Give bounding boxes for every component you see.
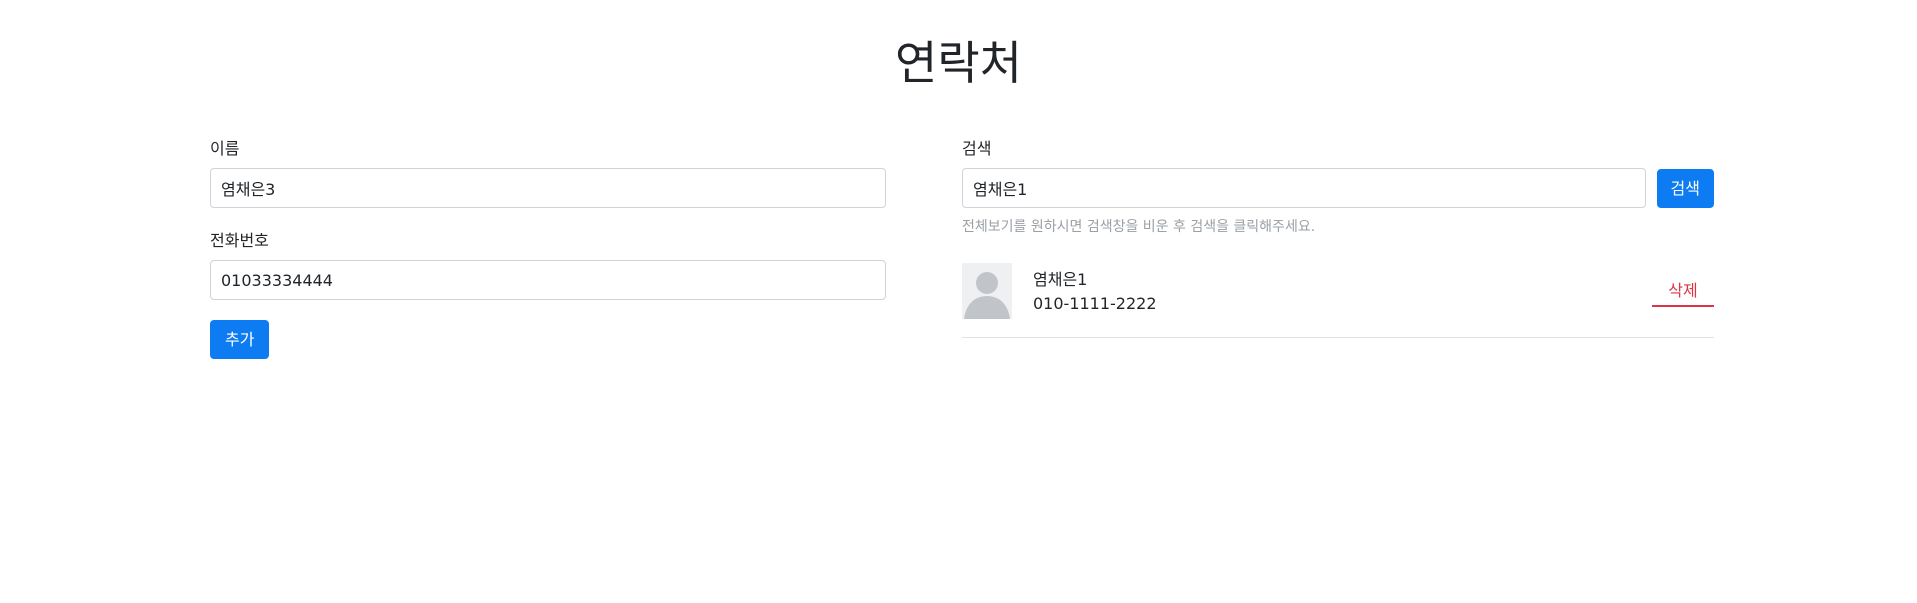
name-input[interactable] bbox=[210, 168, 886, 208]
phone-input[interactable] bbox=[210, 260, 886, 300]
search-label: 검색 bbox=[962, 139, 992, 158]
search-help-text: 전체보기를 원하시면 검색창을 비운 후 검색을 클릭해주세요. bbox=[962, 219, 1316, 235]
contact-list-item: 염채은1 010-1111-2222 삭제 bbox=[962, 263, 1714, 338]
search-input[interactable] bbox=[962, 168, 1646, 208]
default-user-avatar-icon bbox=[962, 263, 1012, 319]
search-button[interactable]: 검색 bbox=[1656, 168, 1714, 208]
add-button[interactable]: 추가 bbox=[210, 320, 270, 359]
contact-phone: 010-1111-2222 bbox=[1033, 294, 1157, 313]
contacts-page: 연락처 이름 전화번호 추가 검색 검색 전체보기를 원하시면 검색창을 비운 … bbox=[0, 0, 1917, 603]
page-title: 연락처 bbox=[895, 36, 1022, 90]
contact-name: 염채은1 bbox=[1033, 270, 1088, 289]
delete-contact-button[interactable]: 삭제 bbox=[1652, 277, 1714, 307]
search-row: 검색 bbox=[962, 168, 1714, 208]
search-panel: 검색 검색 전체보기를 원하시면 검색창을 비운 후 검색을 클릭해주세요. 염… bbox=[962, 138, 1714, 338]
phone-field-group: 전화번호 bbox=[210, 230, 886, 300]
name-label: 이름 bbox=[210, 139, 240, 158]
name-field-group: 이름 bbox=[210, 138, 886, 208]
phone-label: 전화번호 bbox=[210, 231, 269, 250]
add-contact-form: 이름 전화번호 추가 bbox=[210, 138, 886, 359]
